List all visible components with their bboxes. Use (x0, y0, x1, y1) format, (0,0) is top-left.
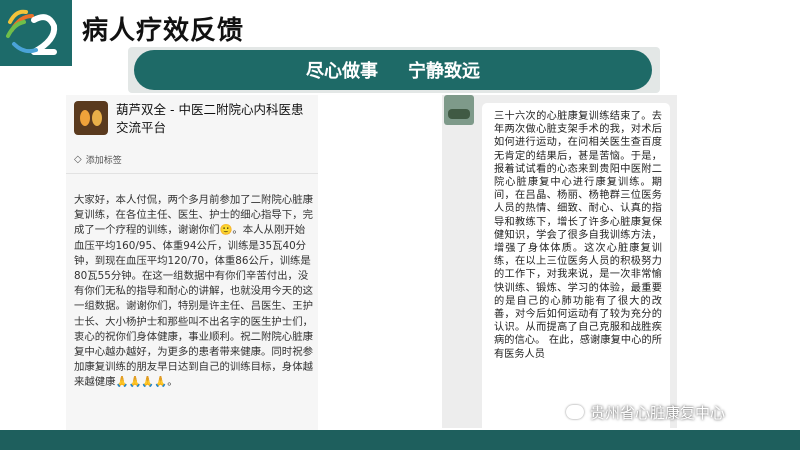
slogan-left: 尽心做事 (306, 61, 378, 82)
tag-icon: ◇ (74, 153, 82, 165)
watermark: 贵州省心脏康复中心 (566, 402, 725, 422)
patient-post-screenshot: 葫芦双全 - 中医二附院心内科医患交流平台 ◇ 添加标签 大家好，本人付侃，两个… (66, 95, 318, 430)
post-body: 大家好，本人付侃，两个多月前参加了二附院心脏康复训练，在各位主任、医生、护士的细… (74, 194, 313, 389)
chat-bubble: 三十六次的心脏康复训练结束了。去年两次做心脏支架手术的我，对术后如何进行运动，在… (482, 103, 670, 428)
heart-swirl-logo-icon (6, 9, 58, 55)
watermark-text: 贵州省心脏康复中心 (590, 403, 726, 422)
group-avatar (74, 101, 108, 135)
page-title: 病人疗效反馈 (82, 16, 245, 46)
add-tag-row[interactable]: ◇ 添加标签 (74, 151, 122, 167)
slogan-right: 宁静致远 (408, 61, 480, 82)
slogan-pill: 尽心做事 宁静致远 (134, 50, 652, 90)
slogan-banner: 尽心做事 宁静致远 (128, 47, 660, 93)
bottom-bar (0, 430, 800, 450)
chat-message: 三十六次的心脏康复训练结束了。去年两次做心脏支架手术的我，对术后如何进行运动，在… (494, 111, 662, 360)
wechat-icon (566, 405, 584, 419)
chat-avatar (444, 95, 474, 125)
divider (66, 173, 318, 174)
brand-logo (0, 0, 72, 66)
patient-chat-screenshot: 三十六次的心脏康复训练结束了。去年两次做心脏支架手术的我，对术后如何进行运动，在… (442, 95, 677, 428)
add-tag-label: 添加标签 (85, 155, 122, 166)
group-name: 葫芦双全 - 中医二附院心内科医患交流平台 (116, 102, 304, 135)
